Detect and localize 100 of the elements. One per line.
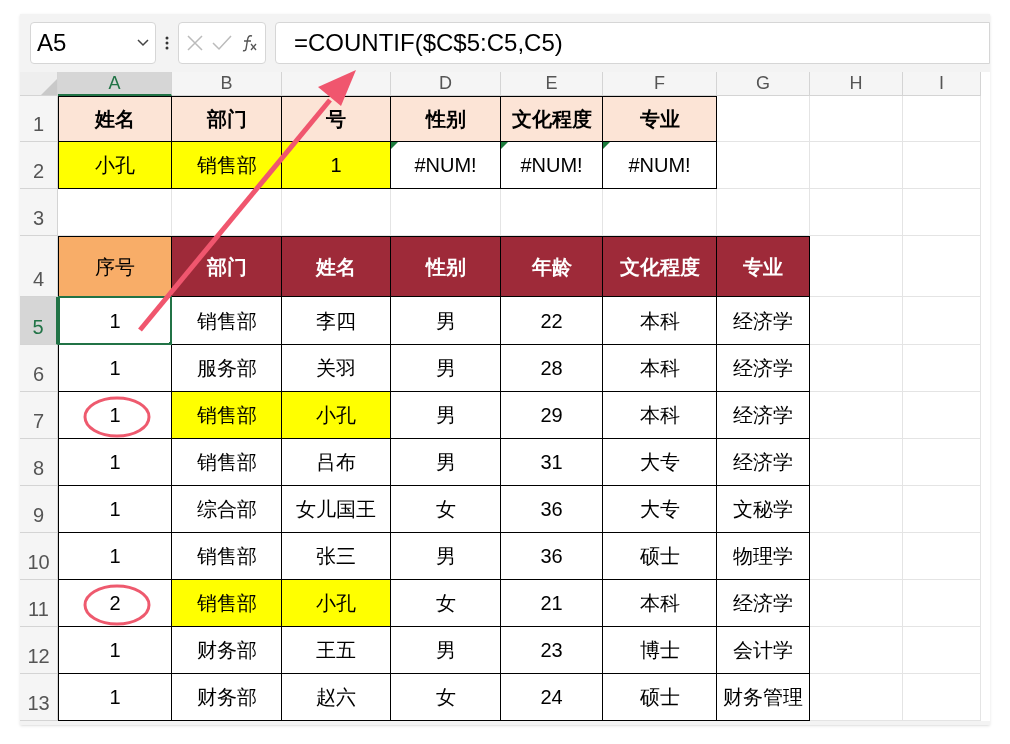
table-cell[interactable]: 23 bbox=[501, 627, 603, 674]
grid-cell[interactable] bbox=[810, 674, 903, 721]
grid-cell[interactable] bbox=[810, 345, 903, 392]
table-cell[interactable]: 男 bbox=[391, 533, 501, 580]
column-header[interactable]: A bbox=[58, 72, 172, 96]
table-cell[interactable]: 36 bbox=[501, 486, 603, 533]
table-cell[interactable]: 女 bbox=[391, 486, 501, 533]
table-cell[interactable]: 男 bbox=[391, 297, 501, 345]
grid-cell[interactable] bbox=[903, 674, 981, 721]
table-cell[interactable]: 28 bbox=[501, 345, 603, 392]
table-cell[interactable]: 24 bbox=[501, 674, 603, 721]
table-cell[interactable]: 张三 bbox=[282, 533, 391, 580]
grid-cell[interactable] bbox=[810, 189, 903, 236]
grid-cell[interactable] bbox=[903, 533, 981, 580]
table-cell[interactable]: 性别 bbox=[391, 236, 501, 297]
table-cell[interactable]: 文化程度 bbox=[603, 236, 717, 297]
table-cell[interactable]: 1 bbox=[58, 439, 172, 486]
grid-cell[interactable] bbox=[810, 439, 903, 486]
table-cell[interactable]: 女儿国王 bbox=[282, 486, 391, 533]
table-cell[interactable]: 硕士 bbox=[603, 674, 717, 721]
table-cell[interactable]: 销售部 bbox=[172, 297, 282, 345]
table-cell[interactable]: 吕布 bbox=[282, 439, 391, 486]
grid-cell[interactable] bbox=[810, 486, 903, 533]
table-cell[interactable]: 部门 bbox=[172, 236, 282, 297]
grid-cell[interactable] bbox=[810, 627, 903, 674]
table-cell[interactable]: 博士 bbox=[603, 627, 717, 674]
row-header[interactable]: 6 bbox=[20, 345, 58, 392]
checkmark-icon[interactable] bbox=[212, 35, 232, 51]
error-indicator[interactable] bbox=[391, 142, 398, 149]
table-cell[interactable]: 经济学 bbox=[717, 345, 810, 392]
table-cell[interactable]: 物理学 bbox=[717, 533, 810, 580]
grid-cell[interactable] bbox=[810, 392, 903, 439]
table-cell[interactable]: 综合部 bbox=[172, 486, 282, 533]
row-header[interactable]: 3 bbox=[20, 189, 58, 236]
table-cell[interactable]: 专业 bbox=[603, 96, 717, 142]
table-cell[interactable]: 销售部 bbox=[172, 142, 282, 189]
table-cell[interactable]: 2 bbox=[58, 580, 172, 627]
table-cell[interactable]: #NUM! bbox=[603, 142, 717, 189]
table-cell[interactable]: 大专 bbox=[603, 486, 717, 533]
row-header[interactable]: 13 bbox=[20, 674, 58, 721]
table-cell[interactable]: 性别 bbox=[391, 96, 501, 142]
grid-cell[interactable] bbox=[717, 142, 810, 189]
table-cell[interactable]: 姓名 bbox=[58, 96, 172, 142]
table-cell[interactable]: 销售部 bbox=[172, 533, 282, 580]
row-header[interactable]: 4 bbox=[20, 236, 58, 297]
row-header[interactable]: 5 bbox=[20, 297, 58, 345]
column-header[interactable]: D bbox=[391, 72, 501, 96]
formula-field[interactable]: =COUNTIF($C$5:C5,C5) bbox=[275, 22, 990, 64]
table-cell[interactable]: 1 bbox=[58, 486, 172, 533]
grid-cell[interactable] bbox=[810, 142, 903, 189]
table-cell[interactable]: 1 bbox=[58, 297, 172, 345]
table-cell[interactable]: 本科 bbox=[603, 297, 717, 345]
table-cell[interactable]: 女 bbox=[391, 674, 501, 721]
grid-cell[interactable] bbox=[903, 96, 981, 142]
table-cell[interactable]: 小孔 bbox=[282, 580, 391, 627]
table-cell[interactable]: 财务部 bbox=[172, 674, 282, 721]
grid-cell[interactable] bbox=[810, 297, 903, 345]
table-cell[interactable]: 号 bbox=[282, 96, 391, 142]
table-cell[interactable]: 经济学 bbox=[717, 439, 810, 486]
table-cell[interactable]: 21 bbox=[501, 580, 603, 627]
error-indicator[interactable] bbox=[501, 142, 508, 149]
table-cell[interactable]: 男 bbox=[391, 392, 501, 439]
row-header[interactable]: 2 bbox=[20, 142, 58, 189]
table-cell[interactable]: 1 bbox=[58, 674, 172, 721]
table-cell[interactable]: 销售部 bbox=[172, 392, 282, 439]
table-cell[interactable]: #NUM! bbox=[501, 142, 603, 189]
column-header[interactable]: F bbox=[603, 72, 717, 96]
grid-cell[interactable] bbox=[903, 142, 981, 189]
table-cell[interactable]: 服务部 bbox=[172, 345, 282, 392]
table-cell[interactable]: 1 bbox=[282, 142, 391, 189]
table-cell[interactable]: 男 bbox=[391, 627, 501, 674]
table-cell[interactable]: 36 bbox=[501, 533, 603, 580]
table-cell[interactable]: 李四 bbox=[282, 297, 391, 345]
row-header[interactable]: 9 bbox=[20, 486, 58, 533]
column-header[interactable]: I bbox=[903, 72, 981, 96]
grid-cell[interactable] bbox=[810, 533, 903, 580]
table-cell[interactable]: 会计学 bbox=[717, 627, 810, 674]
grid-cell[interactable] bbox=[810, 580, 903, 627]
row-header[interactable]: 11 bbox=[20, 580, 58, 627]
table-cell[interactable]: 姓名 bbox=[282, 236, 391, 297]
column-header[interactable]: E bbox=[501, 72, 603, 96]
table-cell[interactable]: 1 bbox=[58, 627, 172, 674]
table-cell[interactable]: 经济学 bbox=[717, 580, 810, 627]
function-icon[interactable] bbox=[240, 34, 258, 52]
table-cell[interactable]: 29 bbox=[501, 392, 603, 439]
grid-cell[interactable] bbox=[810, 96, 903, 142]
table-cell[interactable]: 大专 bbox=[603, 439, 717, 486]
grid-cell[interactable] bbox=[903, 297, 981, 345]
grid-cell[interactable] bbox=[903, 345, 981, 392]
table-cell[interactable]: #NUM! bbox=[391, 142, 501, 189]
grid-cell[interactable] bbox=[903, 627, 981, 674]
grid-cell[interactable] bbox=[903, 236, 981, 297]
table-cell[interactable]: 销售部 bbox=[172, 580, 282, 627]
grid-cell[interactable] bbox=[903, 392, 981, 439]
table-cell[interactable]: 本科 bbox=[603, 580, 717, 627]
table-cell[interactable]: 经济学 bbox=[717, 392, 810, 439]
row-header[interactable]: 1 bbox=[20, 96, 58, 142]
row-header[interactable]: 8 bbox=[20, 439, 58, 486]
grid-cell[interactable] bbox=[810, 236, 903, 297]
table-cell[interactable]: 22 bbox=[501, 297, 603, 345]
